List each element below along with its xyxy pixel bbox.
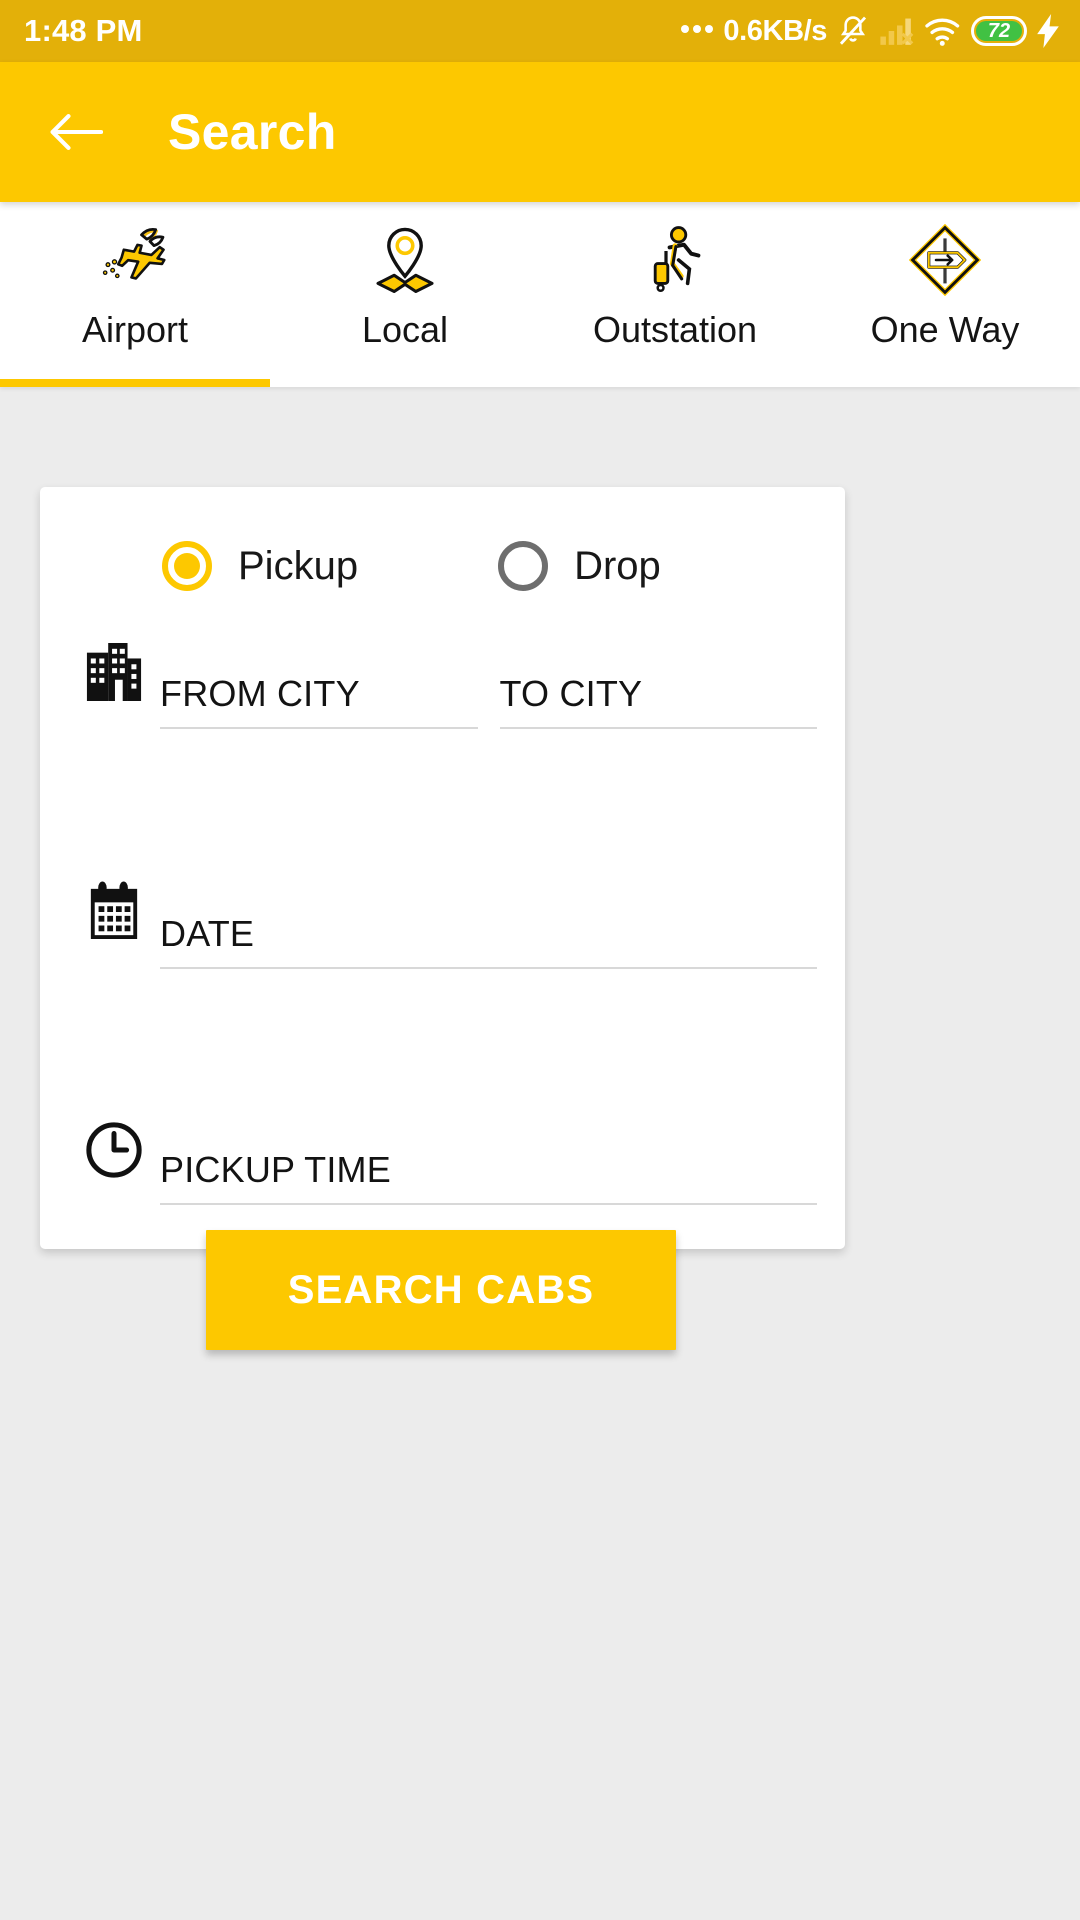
radio-label: Pickup: [238, 543, 359, 588]
status-bar: 1:48 PM 0.6KB/s 72: [0, 0, 1080, 62]
signal-bars-icon: [880, 18, 914, 45]
traveler-icon: [640, 224, 710, 296]
wifi-icon: [925, 18, 960, 46]
airplane-icon: [94, 224, 176, 296]
radio-option-drop[interactable]: Drop: [498, 541, 661, 591]
search-cabs-label: SEARCH CABS: [287, 1267, 595, 1312]
search-cabs-button[interactable]: SEARCH CABS: [206, 1230, 676, 1350]
pickup-time-input[interactable]: PICKUP TIME: [160, 1149, 817, 1205]
status-clock: 1:48 PM: [24, 13, 143, 48]
city-field-row: FROM CITY TO CITY: [40, 641, 845, 729]
network-speed-label: 0.6KB/s: [723, 14, 827, 47]
app-screen: 1:48 PM 0.6KB/s 72 Search Airport Local …: [0, 0, 1080, 1920]
to-city-input[interactable]: TO CITY: [499, 673, 817, 729]
date-field-row: DATE: [40, 881, 845, 969]
search-form-card: Pickup Drop FROM CITY TO CITY DATE PICKU…: [40, 487, 845, 1249]
tab-airport[interactable]: Airport: [0, 202, 270, 387]
calendar-icon: [68, 881, 160, 969]
tab-label: Local: [361, 309, 449, 350]
clock-icon: [68, 1121, 160, 1205]
battery-level-label: 72: [987, 20, 1011, 42]
dots-icon: [681, 25, 714, 37]
bell-muted-icon: [839, 16, 867, 45]
road-sign-icon: [909, 224, 981, 296]
tab-outstation[interactable]: Outstation: [540, 202, 810, 387]
back-button[interactable]: [44, 101, 106, 163]
back-arrow-icon: [50, 114, 103, 150]
charging-bolt-icon: [1037, 14, 1059, 48]
status-icons: 0.6KB/s 72: [681, 14, 1060, 48]
radio-label: Drop: [574, 543, 661, 588]
time-field-row: PICKUP TIME: [40, 1121, 845, 1205]
app-bar: Search: [0, 62, 1080, 202]
battery-icon: 72: [971, 16, 1027, 46]
buildings-icon: [68, 641, 160, 729]
tab-label: One Way: [870, 309, 1020, 350]
tab-local[interactable]: Local: [270, 202, 540, 387]
tab-label: Airport: [81, 309, 189, 350]
tab-label: Outstation: [592, 309, 758, 350]
tab-one-way[interactable]: One Way: [810, 202, 1080, 387]
map-pin-icon: [368, 224, 442, 296]
date-input[interactable]: DATE: [160, 913, 817, 969]
tab-bar: Airport Local Outstation One Way: [0, 202, 1080, 387]
from-city-placeholder: FROM CITY: [160, 673, 360, 714]
radio-option-pickup[interactable]: Pickup: [162, 541, 358, 591]
date-placeholder: DATE: [160, 913, 255, 954]
radio-unselected-icon: [498, 541, 549, 591]
content-area: Pickup Drop FROM CITY TO CITY DATE PICKU…: [0, 387, 1080, 1920]
to-city-placeholder: TO CITY: [499, 673, 643, 714]
trip-type-radio-group: Pickup Drop: [40, 487, 845, 591]
pickup-time-placeholder: PICKUP TIME: [160, 1149, 391, 1190]
from-city-input[interactable]: FROM CITY: [160, 673, 478, 729]
radio-selected-icon: [162, 541, 212, 591]
active-tab-indicator: [0, 379, 270, 387]
page-title: Search: [168, 104, 337, 160]
